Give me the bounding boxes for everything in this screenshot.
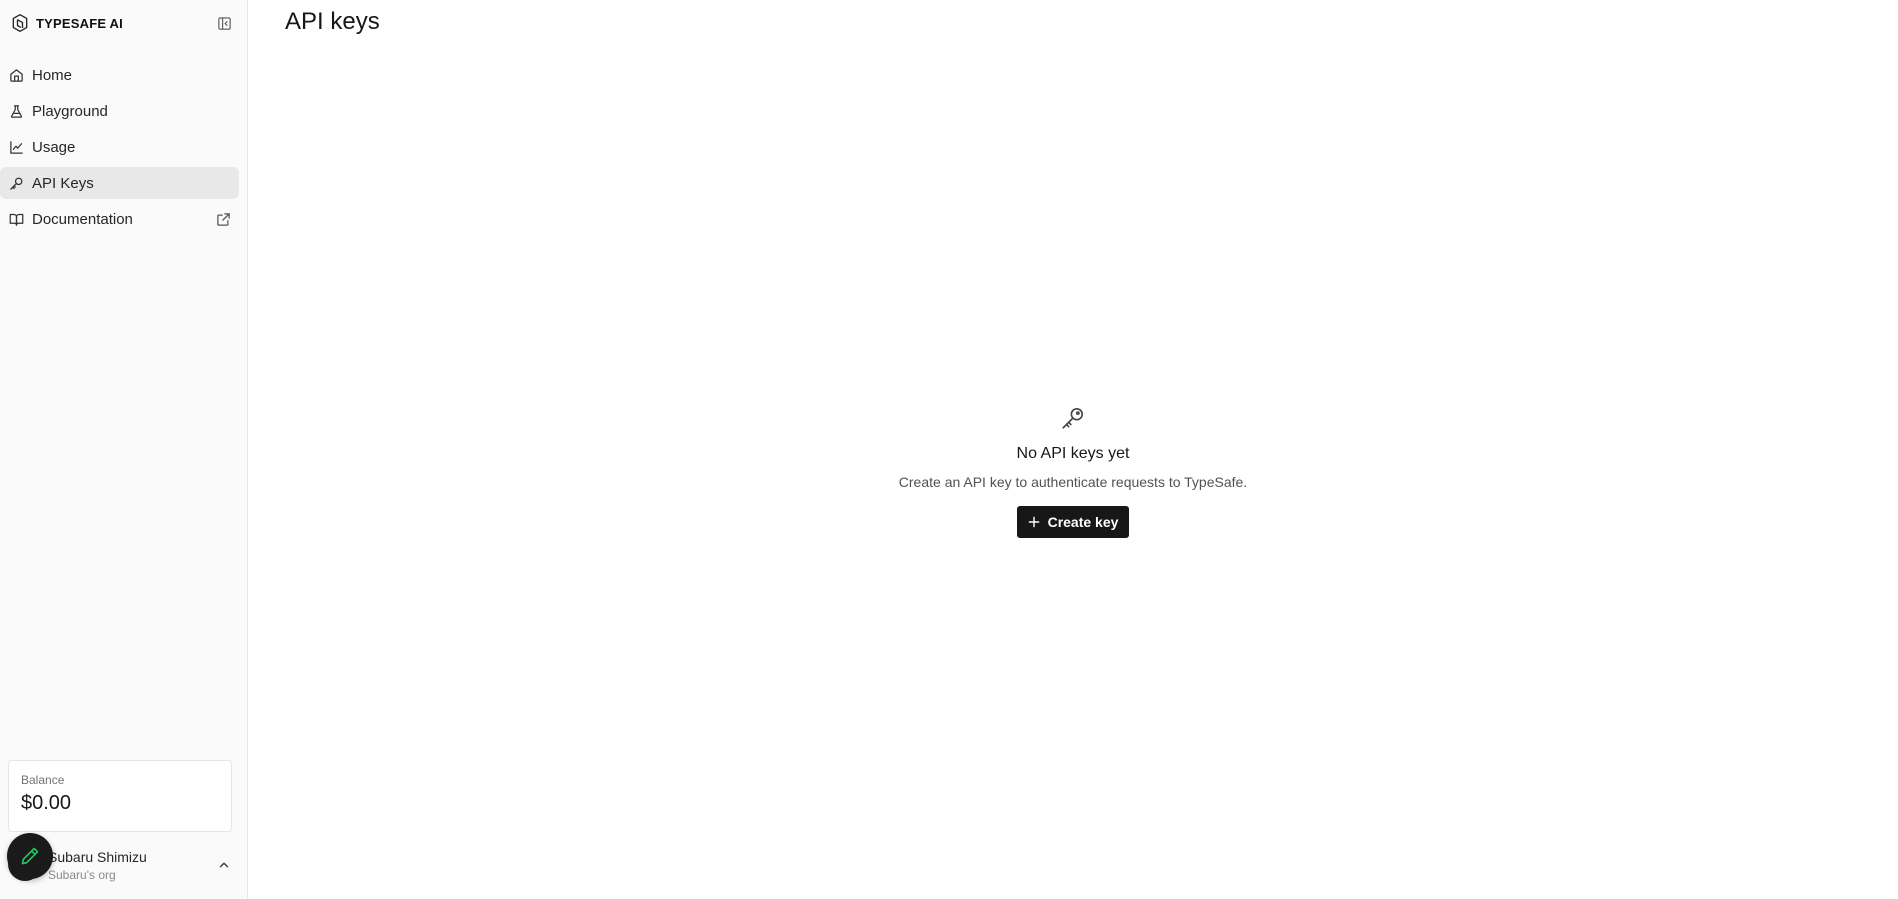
hexagon-logo-icon <box>10 13 30 33</box>
create-key-button[interactable]: Create key <box>1016 506 1130 538</box>
brand: TYPESAFE AI <box>10 12 235 34</box>
sidebar-item-label: Documentation <box>32 210 133 228</box>
balance-value: $0.00 <box>21 792 72 814</box>
sidebar-nav: Home Playground Usage API Keys Documenta… <box>0 59 239 239</box>
sidebar-item-home[interactable]: Home <box>0 59 239 91</box>
book-icon <box>9 212 24 227</box>
create-key-label: Create key <box>1047 514 1119 530</box>
sidebar-item-documentation[interactable]: Documentation <box>0 203 239 235</box>
chevron-up-icon <box>217 858 231 872</box>
empty-state-description: Create an API key to authenticate reques… <box>898 474 1248 490</box>
sidebar-collapse-icon[interactable] <box>213 12 235 34</box>
balance-card: Balance $0.00 <box>8 760 232 832</box>
empty-state: No API keys yet Create an API key to aut… <box>248 405 1898 538</box>
user-org: Subaru's org <box>48 868 116 882</box>
user-name: Subaru Shimizu <box>48 849 147 865</box>
key-icon <box>9 176 24 191</box>
home-icon <box>9 68 24 83</box>
edit-fab-button[interactable] <box>7 833 53 879</box>
key-icon <box>1060 405 1086 431</box>
brand-name: TYPESAFE AI <box>36 15 123 31</box>
plus-icon <box>1027 515 1041 529</box>
flask-icon <box>9 104 24 119</box>
sidebar-item-label: Usage <box>32 138 76 156</box>
app-root: TYPESAFE AI Home Playground Usage API Ke… <box>0 0 1898 899</box>
sidebar: TYPESAFE AI Home Playground Usage API Ke… <box>0 0 248 899</box>
sidebar-item-usage[interactable]: Usage <box>0 131 239 163</box>
line-chart-icon <box>9 140 24 155</box>
page-title: API keys <box>285 8 380 35</box>
balance-label: Balance <box>21 773 65 787</box>
sidebar-item-label: API Keys <box>32 174 94 192</box>
sidebar-item-playground[interactable]: Playground <box>0 95 239 127</box>
sidebar-item-label: Playground <box>32 102 108 120</box>
empty-state-title: No API keys yet <box>1016 445 1130 462</box>
main-content: API keys No API keys yet Create an API k… <box>248 0 1898 899</box>
pencil-icon <box>20 846 40 866</box>
sidebar-item-api-keys[interactable]: API Keys <box>0 167 239 199</box>
sidebar-item-label: Home <box>32 66 73 84</box>
external-link-icon <box>216 212 231 227</box>
